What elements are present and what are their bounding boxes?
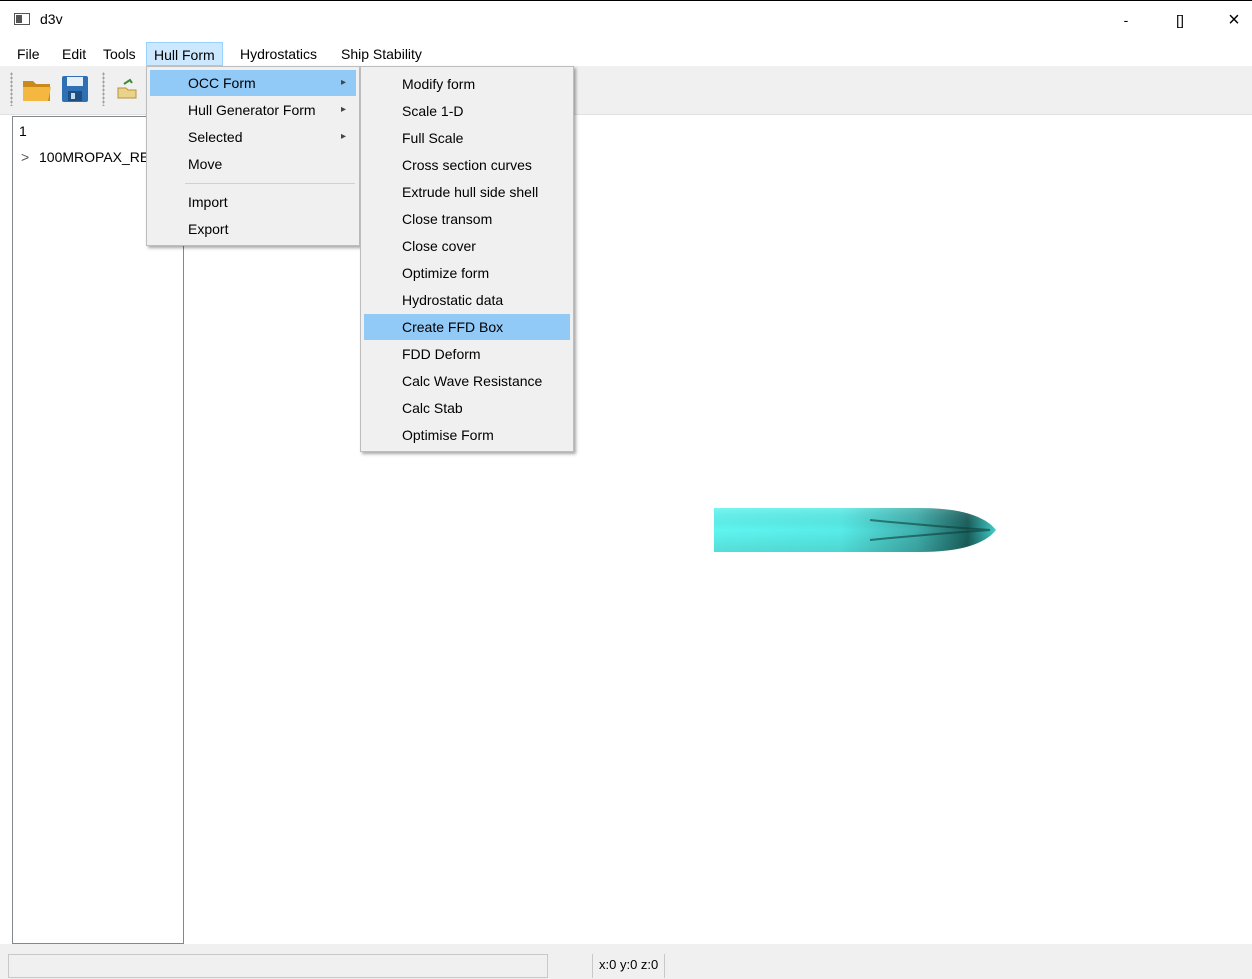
menu-item-calc-wave-resistance[interactable]: Calc Wave Resistance	[364, 368, 570, 394]
menu-item-close-cover[interactable]: Close cover	[364, 233, 570, 259]
menu-hydrostatics[interactable]: Hydrostatics	[233, 42, 324, 66]
chevron-right-icon[interactable]: >	[21, 149, 39, 165]
menu-item-close-transom[interactable]: Close transom	[364, 206, 570, 232]
menu-item-label: OCC Form	[188, 75, 256, 91]
menu-item-cross-section-curves[interactable]: Cross section curves	[364, 152, 570, 178]
menu-item-occ-form[interactable]: OCC Form ▸	[150, 70, 356, 96]
maximize-button[interactable]: []	[1160, 7, 1200, 33]
menu-item-full-scale[interactable]: Full Scale	[364, 125, 570, 151]
occ-form-submenu: Modify form Scale 1-D Full Scale Cross s…	[360, 66, 574, 452]
import-button[interactable]	[110, 72, 144, 106]
menu-item-calc-stab[interactable]: Calc Stab	[364, 395, 570, 421]
menu-hull-form[interactable]: Hull Form	[146, 42, 223, 66]
menu-item-extrude-hull-side-shell[interactable]: Extrude hull side shell	[364, 179, 570, 205]
menu-item-fdd-deform[interactable]: FDD Deform	[364, 341, 570, 367]
folder-icon	[23, 81, 51, 101]
menu-tools[interactable]: Tools	[96, 42, 143, 66]
menu-item-modify-form[interactable]: Modify form	[364, 71, 570, 97]
menu-item-export[interactable]: Export	[150, 216, 356, 242]
coordinates-readout: x:0 y:0 z:0	[592, 954, 666, 978]
submenu-arrow-icon: ▸	[340, 131, 346, 142]
window-title: d3v	[40, 11, 63, 27]
status-message-area	[8, 954, 548, 978]
title-bar: d3v - [] ×	[0, 0, 1252, 40]
hull-form-menu: OCC Form ▸ Hull Generator Form ▸ Selecte…	[146, 66, 360, 246]
save-icon	[62, 76, 88, 102]
tree-header: 1	[19, 123, 27, 139]
app-window-icon	[14, 13, 30, 25]
app-window: d3v - [] × File Edit Tools Hull Form Hyd…	[0, 0, 1252, 979]
menu-item-label: Selected	[188, 129, 243, 145]
menu-item-scale-1d[interactable]: Scale 1-D	[364, 98, 570, 124]
menu-item-label: Import	[188, 194, 228, 210]
save-button[interactable]	[58, 72, 92, 106]
menu-item-hydrostatic-data[interactable]: Hydrostatic data	[364, 287, 570, 313]
toolbar-grip[interactable]	[10, 72, 13, 106]
open-folder-button[interactable]	[20, 72, 54, 106]
menu-item-label: Move	[188, 156, 223, 172]
menu-ship-stability[interactable]: Ship Stability	[334, 42, 429, 66]
menu-item-move[interactable]: Move	[150, 151, 356, 177]
toolbar-grip-2[interactable]	[102, 72, 105, 106]
menu-item-label: Export	[188, 221, 229, 237]
tree-item-root[interactable]: >100MROPAX_RE	[21, 149, 149, 165]
submenu-arrow-icon: ▸	[340, 77, 346, 88]
open-file-icon	[117, 78, 137, 99]
menu-file[interactable]: File	[10, 42, 47, 66]
menu-bar: File Edit Tools Hull Form Hydrostatics S…	[0, 42, 1252, 66]
menu-item-optimise-form[interactable]: Optimise Form	[364, 422, 570, 448]
menu-item-optimize-form[interactable]: Optimize form	[364, 260, 570, 286]
close-button[interactable]: ×	[1214, 7, 1252, 33]
menu-edit[interactable]: Edit	[55, 42, 93, 66]
submenu-arrow-icon: ▸	[340, 104, 346, 115]
menu-item-create-ffd-box[interactable]: Create FFD Box	[364, 314, 570, 340]
menu-item-import[interactable]: Import	[150, 189, 356, 215]
menu-separator	[185, 183, 355, 184]
menu-item-selected[interactable]: Selected ▸	[150, 124, 356, 150]
tree-item-label: 100MROPAX_RE	[39, 149, 150, 165]
minimize-button[interactable]: -	[1106, 7, 1146, 33]
menu-item-label: Hull Generator Form	[188, 102, 316, 118]
status-bar: x:0 y:0 z:0	[0, 944, 1252, 979]
menu-item-hull-generator-form[interactable]: Hull Generator Form ▸	[150, 97, 356, 123]
